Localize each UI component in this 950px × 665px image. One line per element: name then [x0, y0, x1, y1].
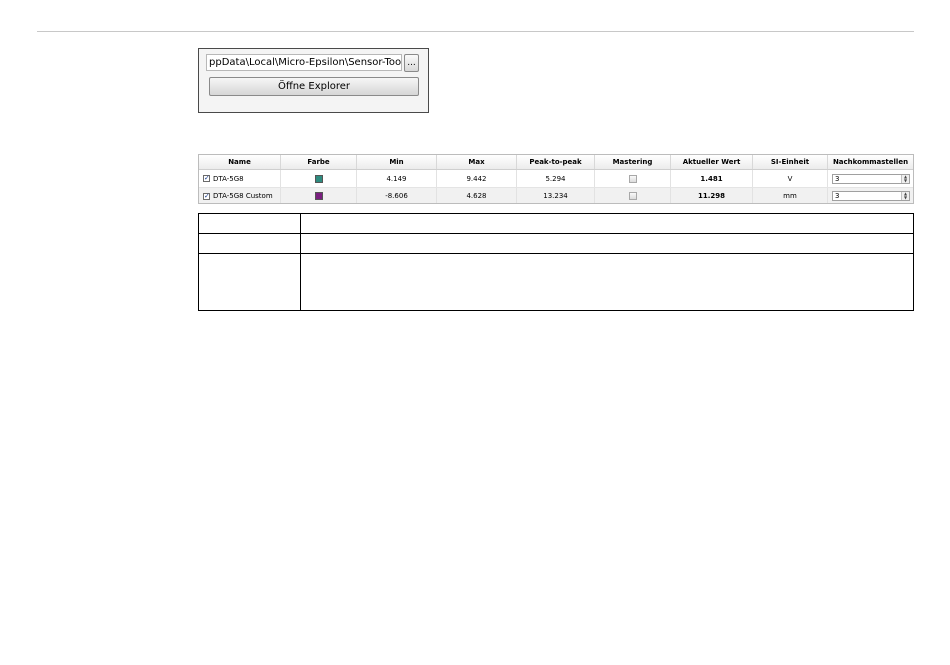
- decimals-spinbox[interactable]: 3 ▲ ▼: [832, 173, 910, 184]
- mastering-cell: [595, 170, 671, 187]
- max-value: 4.628: [437, 188, 517, 203]
- spin-arrows-icon[interactable]: ▲ ▼: [901, 192, 909, 200]
- column-header-peak-to-peak[interactable]: Peak-to-peak: [517, 155, 595, 169]
- path-selector-panel: ppData\Local\Micro-Epsilon\Sensor-Tools …: [198, 48, 429, 113]
- mastering-checkbox[interactable]: [628, 174, 637, 183]
- column-header-min[interactable]: Min: [357, 155, 437, 169]
- current-value: 11.298: [671, 188, 753, 203]
- peak-to-peak-value: 5.294: [517, 170, 595, 187]
- color-swatch[interactable]: [314, 174, 323, 183]
- table-divider: [199, 233, 913, 234]
- channel-name-cell: ✓ DTA-5G8: [199, 170, 281, 187]
- si-unit: mm: [753, 188, 828, 203]
- channel-name-cell: ✓ DTA-5G8 Custom: [199, 188, 281, 203]
- description-table: [198, 213, 914, 311]
- decimals-cell: 3 ▲ ▼: [828, 188, 913, 203]
- color-swatch[interactable]: [314, 192, 323, 200]
- si-unit: V: [753, 170, 828, 187]
- mastering-cell: [595, 188, 671, 203]
- browse-button[interactable]: ...: [404, 54, 419, 72]
- table-header-row: Name Farbe Min Max Peak-to-peak Masterin…: [199, 155, 913, 170]
- channel-visible-checkbox[interactable]: ✓: [203, 175, 210, 182]
- color-cell: [281, 170, 357, 187]
- column-header-farbe[interactable]: Farbe: [281, 155, 357, 169]
- column-header-si-einheit[interactable]: SI-Einheit: [753, 155, 828, 169]
- column-header-max[interactable]: Max: [437, 155, 517, 169]
- channel-visible-checkbox[interactable]: ✓: [203, 192, 210, 200]
- decimals-spinbox[interactable]: 3 ▲ ▼: [832, 191, 910, 201]
- current-value: 1.481: [671, 170, 753, 187]
- column-header-mastering[interactable]: Mastering: [595, 155, 671, 169]
- peak-to-peak-value: 13.234: [517, 188, 595, 203]
- channel-table: Name Farbe Min Max Peak-to-peak Masterin…: [198, 154, 914, 204]
- spin-arrows-icon[interactable]: ▲ ▼: [901, 174, 909, 183]
- column-header-name[interactable]: Name: [199, 155, 281, 169]
- table-divider: [199, 253, 913, 254]
- column-header-nachkommastellen[interactable]: Nachkommastellen: [828, 155, 913, 169]
- decimals-cell: 3 ▲ ▼: [828, 170, 913, 187]
- table-row[interactable]: ✓ DTA-5G8 Custom -8.606 4.628 13.234 11.…: [199, 188, 913, 203]
- table-column-divider: [300, 214, 301, 310]
- table-row[interactable]: ✓ DTA-5G8 4.149 9.442 5.294 1.481 V 3 ▲ ▼: [199, 170, 913, 188]
- path-input[interactable]: ppData\Local\Micro-Epsilon\Sensor-Tools: [206, 54, 402, 71]
- channel-name: DTA-5G8: [213, 174, 244, 183]
- open-explorer-button[interactable]: Öffne Explorer: [209, 77, 419, 96]
- color-cell: [281, 188, 357, 203]
- top-divider: [37, 31, 914, 32]
- channel-name: DTA-5G8 Custom: [213, 192, 273, 200]
- mastering-checkbox[interactable]: [628, 192, 637, 200]
- column-header-aktueller-wert[interactable]: Aktueller Wert: [671, 155, 753, 169]
- max-value: 9.442: [437, 170, 517, 187]
- min-value: -8.606: [357, 188, 437, 203]
- min-value: 4.149: [357, 170, 437, 187]
